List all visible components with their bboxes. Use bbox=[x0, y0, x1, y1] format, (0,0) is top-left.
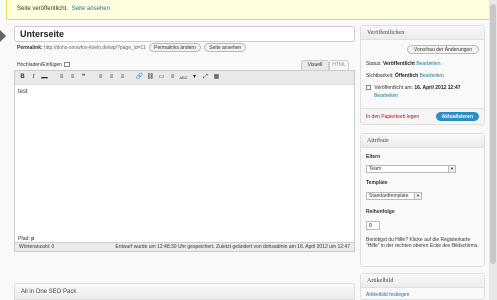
chevron-down-icon: ▼ bbox=[414, 193, 421, 199]
page-scrollbar[interactable] bbox=[489, 0, 497, 300]
template-label: Template bbox=[366, 180, 388, 186]
change-permalink-button[interactable]: Permalinks ändern bbox=[149, 43, 201, 52]
calendar-icon bbox=[366, 85, 371, 91]
toolbar-toggle-button[interactable]: ▦ bbox=[212, 73, 221, 82]
italic-button[interactable]: I bbox=[29, 73, 38, 82]
content-editor: B I abc ≡ ≡ ❝ ≡ ≡ ≡ 🔗 ⛓ ▭ ≡ ABC ▾ ⤢ ▦ te… bbox=[14, 70, 355, 243]
seo-box-title: All in One SEO Pack bbox=[21, 289, 77, 295]
view-page-button[interactable]: Seite ansehen bbox=[204, 43, 247, 52]
published-edit-line: Bearbeiten bbox=[374, 93, 398, 99]
published-edit-link[interactable]: Bearbeiten bbox=[374, 93, 398, 99]
order-input[interactable] bbox=[366, 221, 380, 230]
blockquote-button[interactable]: ❝ bbox=[79, 73, 88, 82]
view-page-link[interactable]: Seite ansehen bbox=[72, 6, 110, 12]
tab-visual[interactable]: Visuell bbox=[301, 60, 329, 70]
permalink-label: Permalink: bbox=[17, 45, 43, 51]
title-input[interactable] bbox=[14, 26, 355, 42]
status-line: Status: Veröffentlicht Bearbeiten bbox=[366, 61, 441, 67]
editor-content[interactable]: test bbox=[15, 85, 354, 99]
status-label: Status: bbox=[366, 61, 382, 67]
publish-actions: In den Papierkorb legen Aktualisieren bbox=[361, 108, 484, 124]
word-count: Wörteranzahl: 0 bbox=[19, 244, 55, 250]
published-label: Veröffentlicht am: bbox=[374, 85, 413, 91]
published-line: Veröffentlicht am: 16. April 2012 12:47 bbox=[366, 85, 461, 91]
align-center-button[interactable]: ≡ bbox=[107, 73, 116, 82]
media-icon[interactable] bbox=[64, 62, 71, 68]
permalink-url[interactable]: http://dohs-snowfox-koeln.de/wp/?page_id… bbox=[44, 45, 146, 51]
toolbar-separator bbox=[129, 73, 133, 82]
menu-arrow-icon bbox=[0, 30, 6, 42]
featured-image-box-title[interactable]: Artikelbild bbox=[361, 274, 484, 288]
toolbar-separator bbox=[90, 73, 94, 82]
insert-link-button[interactable]: 🔗 bbox=[135, 73, 144, 82]
visibility-edit-link[interactable]: Bearbeiten bbox=[420, 73, 444, 79]
scrollbar-thumb[interactable] bbox=[490, 4, 496, 264]
publish-box-title[interactable]: Veröffentlichen bbox=[361, 26, 484, 40]
spellcheck-dropdown-icon[interactable]: ▾ bbox=[190, 73, 199, 82]
publish-box: Veröffentlichen Vorschau der Änderungen … bbox=[360, 25, 485, 125]
path-value[interactable]: p bbox=[31, 236, 34, 242]
order-label: Reihenfolge bbox=[366, 209, 395, 215]
path-label: Pfad: bbox=[18, 236, 30, 242]
notice-text: Seite veröffentlicht. bbox=[17, 6, 68, 12]
align-left-button[interactable]: ≡ bbox=[96, 73, 105, 82]
unlink-button[interactable]: ⛓ bbox=[146, 73, 155, 82]
status-value: Veröffentlicht bbox=[382, 61, 415, 67]
status-edit-link[interactable]: Bearbeiten bbox=[416, 61, 440, 67]
published-value: 16. April 2012 12:47 bbox=[414, 85, 461, 91]
seo-box[interactable]: All in One SEO Pack bbox=[14, 283, 355, 300]
parent-label: Eltern bbox=[366, 154, 381, 160]
parent-select[interactable]: Team ▼ bbox=[366, 165, 456, 173]
bullet-list-button[interactable]: ≡ bbox=[57, 73, 66, 82]
update-notice: Seite veröffentlicht. Seite ansehen bbox=[6, 0, 497, 20]
editor-status-bar: Wörteranzahl: 0 Entwurf wurde um 12:48:3… bbox=[14, 243, 355, 252]
media-upload-label: Hochladen/Einfügen bbox=[17, 62, 63, 68]
visibility-line: Sichtbarkeit: Öffentlich Bearbeiten bbox=[366, 73, 444, 79]
fullscreen-button[interactable]: ⤢ bbox=[201, 73, 210, 82]
help-text: Benötigst du Hilfe? Klicke auf die Regis… bbox=[366, 237, 479, 249]
editor-toolbar: B I abc ≡ ≡ ❝ ≡ ≡ ≡ 🔗 ⛓ ▭ ≡ ABC ▾ ⤢ ▦ bbox=[15, 71, 354, 85]
draft-status: Entwurf wurde um 12:48:30 Uhr gespeicher… bbox=[115, 244, 350, 250]
align-right-button[interactable]: ≡ bbox=[118, 73, 127, 82]
editor-path: Pfad: p bbox=[14, 235, 355, 243]
numbered-list-button[interactable]: ≡ bbox=[68, 73, 77, 82]
more-tag-button[interactable]: ▭ bbox=[157, 73, 166, 82]
preview-changes-button[interactable]: Vorschau der Änderungen bbox=[406, 45, 479, 54]
media-upload[interactable]: Hochladen/Einfügen bbox=[17, 62, 71, 68]
bold-button[interactable]: B bbox=[18, 73, 27, 82]
page-attributes-box: Attribute Eltern Team ▼ Template Standar… bbox=[360, 133, 485, 267]
toolbar-separator bbox=[51, 73, 55, 82]
move-to-trash-link[interactable]: In den Papierkorb legen bbox=[366, 114, 419, 120]
chevron-down-icon: ▼ bbox=[448, 166, 455, 172]
template-select[interactable]: Standardtemplate ▼ bbox=[366, 192, 422, 200]
attributes-box-title[interactable]: Attribute bbox=[361, 134, 484, 148]
visibility-label: Sichtbarkeit: bbox=[366, 73, 394, 79]
featured-image-box: Artikelbild Artikelbild festlegen bbox=[360, 273, 485, 300]
toggle-kitchen-sink-button[interactable]: ≡ bbox=[168, 73, 177, 82]
strikethrough-button[interactable]: abc bbox=[40, 73, 49, 82]
template-select-value: Standardtemplate bbox=[369, 193, 409, 199]
update-button[interactable]: Aktualisieren bbox=[435, 112, 479, 121]
tab-html[interactable]: HTML bbox=[329, 60, 349, 70]
set-featured-image-link[interactable]: Artikelbild festlegen bbox=[366, 292, 409, 298]
permalink-row: Permalink: http://dohs-snowfox-koeln.de/… bbox=[17, 43, 247, 53]
visibility-value: Öffentlich bbox=[394, 73, 419, 79]
spellcheck-button[interactable]: ABC bbox=[179, 73, 188, 82]
parent-select-value: Team bbox=[369, 166, 382, 172]
